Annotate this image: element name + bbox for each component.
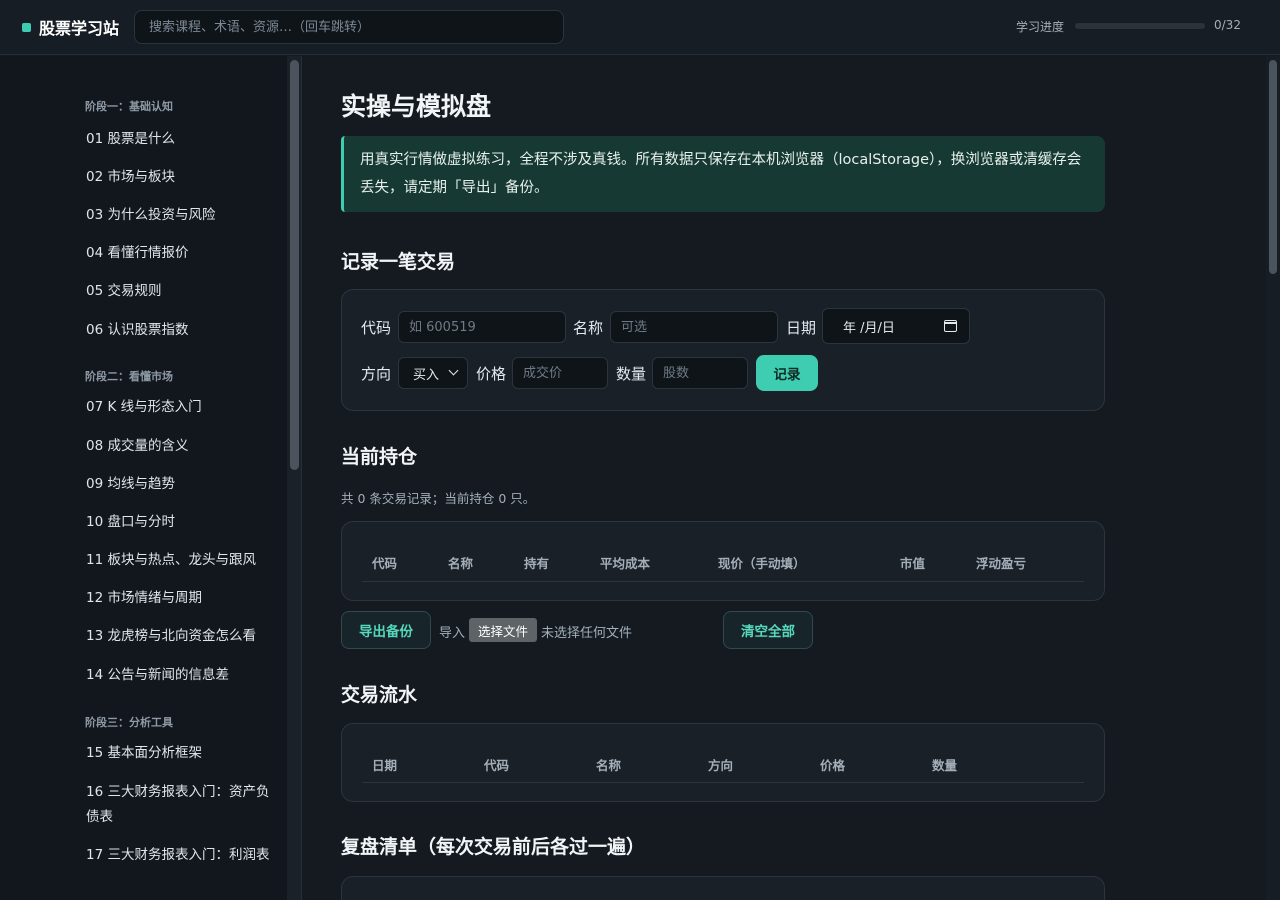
sidebar: 阶段一：基础认知 01 股票是什么 02 市场与板块 03 为什么投资与风险 0… bbox=[0, 56, 302, 900]
progress-label: 学习进度 bbox=[1016, 20, 1065, 34]
price-label: 价格 bbox=[476, 365, 507, 383]
stage-heading: 阶段二：看懂市场 bbox=[85, 370, 173, 383]
import-label: 导入 bbox=[439, 626, 466, 641]
calendar-icon[interactable] bbox=[944, 320, 957, 332]
sidebar-scrollbar-thumb[interactable] bbox=[290, 60, 299, 470]
price-input[interactable] bbox=[512, 357, 608, 389]
sidebar-item-04[interactable]: 04 看懂行情报价 bbox=[86, 241, 276, 266]
choose-file-button[interactable]: 选择文件 bbox=[469, 618, 537, 642]
sidebar-item-03[interactable]: 03 为什么投资与风险 bbox=[86, 203, 276, 228]
sidebar-item-09[interactable]: 09 均线与趋势 bbox=[86, 472, 276, 497]
sidebar-item-11[interactable]: 11 板块与热点、龙头与跟风 bbox=[86, 548, 276, 573]
progress-bar bbox=[1075, 23, 1205, 29]
column-header: 浮动盈亏 bbox=[976, 556, 1027, 571]
brand-title: 股票学习站 bbox=[39, 19, 120, 38]
sidebar-item-15[interactable]: 15 基本面分析框架 bbox=[86, 741, 276, 766]
column-header: 市值 bbox=[900, 556, 926, 571]
stage-heading: 阶段三：分析工具 bbox=[85, 716, 173, 729]
name-input[interactable] bbox=[610, 311, 778, 343]
divider bbox=[362, 782, 1084, 783]
stage-heading: 阶段一：基础认知 bbox=[85, 100, 173, 113]
sidebar-item-14[interactable]: 14 公告与新闻的信息差 bbox=[86, 663, 276, 688]
sidebar-item-01[interactable]: 01 股票是什么 bbox=[86, 127, 276, 152]
checklist-card bbox=[341, 876, 1105, 900]
clear-all-button[interactable]: 清空全部 bbox=[723, 611, 813, 649]
brand-logo[interactable]: 股票学习站 bbox=[22, 16, 119, 38]
date-label: 日期 bbox=[786, 319, 817, 337]
sidebar-item-13[interactable]: 13 龙虎榜与北向资金怎么看 bbox=[86, 624, 276, 649]
divider bbox=[362, 581, 1084, 582]
ledger-table: 日期 代码 名称 方向 价格 数量 bbox=[341, 723, 1105, 802]
qty-label: 数量 bbox=[616, 365, 647, 383]
record-trade-form: 代码 名称 日期 年 /月/日 方向 买入 价格 数量 记录 bbox=[341, 289, 1105, 411]
column-header: 现价（手动填） bbox=[718, 556, 806, 571]
sidebar-item-06[interactable]: 06 认识股票指数 bbox=[86, 318, 276, 343]
main-content: 实操与模拟盘 用真实行情做虚拟练习，全程不涉及真钱。所有数据只保存在本机浏览器（… bbox=[303, 56, 1265, 900]
sidebar-item-07[interactable]: 07 K 线与形态入门 bbox=[86, 395, 276, 420]
code-input[interactable] bbox=[398, 311, 566, 343]
sidebar-item-17[interactable]: 17 三大财务报表入门：利润表 bbox=[86, 843, 276, 868]
code-label: 代码 bbox=[361, 319, 392, 337]
date-input[interactable]: 年 /月/日 bbox=[822, 308, 970, 344]
sidebar-item-10[interactable]: 10 盘口与分时 bbox=[86, 510, 276, 535]
section-heading-checklist: 复盘清单（每次交易前后各过一遍） bbox=[341, 836, 646, 858]
info-notice: 用真实行情做虚拟练习，全程不涉及真钱。所有数据只保存在本机浏览器（localSt… bbox=[341, 136, 1105, 212]
page-scrollbar-thumb[interactable] bbox=[1269, 60, 1277, 274]
export-button[interactable]: 导出备份 bbox=[341, 611, 431, 649]
sidebar-item-12[interactable]: 12 市场情绪与周期 bbox=[86, 586, 276, 611]
date-value: 年 /月/日 bbox=[843, 320, 895, 336]
sidebar-item-08[interactable]: 08 成交量的含义 bbox=[86, 434, 276, 459]
section-heading-holdings: 当前持仓 bbox=[341, 446, 418, 468]
sidebar-item-02[interactable]: 02 市场与板块 bbox=[86, 165, 276, 190]
column-header: 日期 bbox=[372, 758, 398, 773]
holdings-table: 代码 名称 持有 平均成本 现价（手动填） 市值 浮动盈亏 bbox=[341, 521, 1105, 601]
sidebar-item-05[interactable]: 05 交易规则 bbox=[86, 279, 276, 304]
column-header: 价格 bbox=[820, 758, 846, 773]
side-select[interactable]: 买入 bbox=[398, 357, 468, 389]
name-label: 名称 bbox=[573, 319, 604, 337]
progress-count: 0/32 bbox=[1214, 18, 1241, 32]
side-select-value: 买入 bbox=[413, 367, 440, 383]
section-heading-ledger: 交易流水 bbox=[341, 684, 418, 706]
column-header: 代码 bbox=[372, 556, 398, 571]
record-button[interactable]: 记录 bbox=[756, 355, 818, 391]
column-header: 平均成本 bbox=[600, 556, 651, 571]
search-input[interactable] bbox=[134, 10, 564, 44]
file-status: 未选择任何文件 bbox=[541, 626, 633, 641]
column-header: 名称 bbox=[596, 758, 622, 773]
sidebar-item-16[interactable]: 16 三大财务报表入门：资产负债表 bbox=[86, 780, 276, 830]
column-header: 名称 bbox=[448, 556, 474, 571]
qty-input[interactable] bbox=[652, 357, 748, 389]
brand-dot-icon bbox=[22, 22, 31, 32]
top-bar: 股票学习站 学习进度 0/32 bbox=[0, 0, 1280, 55]
chevron-down-icon bbox=[448, 365, 459, 376]
column-header: 持有 bbox=[524, 556, 550, 571]
side-label: 方向 bbox=[361, 365, 392, 383]
column-header: 方向 bbox=[708, 758, 734, 773]
holdings-summary: 共 0 条交易记录；当前持仓 0 只。 bbox=[341, 491, 536, 506]
column-header: 数量 bbox=[932, 758, 958, 773]
column-header: 代码 bbox=[484, 758, 510, 773]
page-title: 实操与模拟盘 bbox=[341, 92, 492, 121]
section-heading-record: 记录一笔交易 bbox=[341, 251, 456, 273]
